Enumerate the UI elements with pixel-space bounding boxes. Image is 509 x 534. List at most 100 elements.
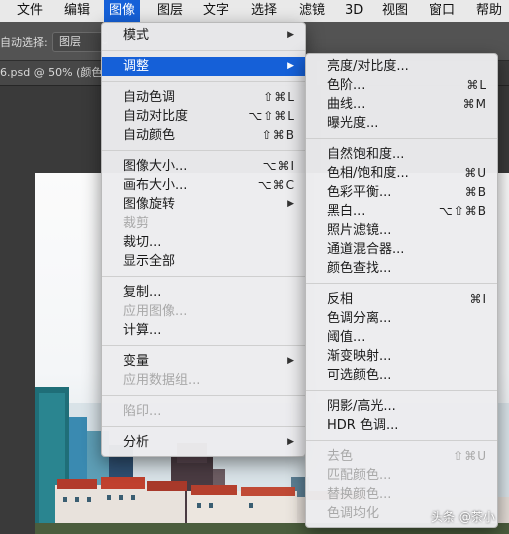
image-menu-variables[interactable]: 变量 ▶: [102, 352, 305, 371]
menu-window[interactable]: 窗口: [424, 0, 460, 22]
adjust-vibrance[interactable]: 自然饱和度...: [306, 145, 497, 164]
menu-separator: [306, 283, 497, 284]
image-menu-mode[interactable]: 模式 ▶: [102, 26, 305, 45]
adjust-replace-color-label: 替换颜色...: [327, 487, 392, 502]
image-menu-reveal-all[interactable]: 显示全部: [102, 252, 305, 271]
auto-select-value: 图层: [59, 35, 81, 48]
adjust-hue-saturation[interactable]: 色相/饱和度... ⌘U: [306, 164, 497, 183]
image-menu-calculations[interactable]: 计算...: [102, 321, 305, 340]
menu-separator: [102, 426, 305, 427]
adjust-gradient-map-label: 渐变映射...: [327, 349, 392, 364]
adjust-color-lookup[interactable]: 颜色查找...: [306, 259, 497, 278]
shortcut-label: ⇧⌘L: [263, 90, 295, 104]
image-menu-apply-data-set-label: 应用数据组...: [123, 373, 201, 388]
image-menu: 模式 ▶ 调整 ▶ 自动色调 ⇧⌘L 自动对比度 ⌥⇧⌘L 自动颜色 ⇧⌘B 图…: [101, 22, 306, 457]
adjust-posterize[interactable]: 色调分离...: [306, 309, 497, 328]
image-menu-duplicate[interactable]: 复制...: [102, 283, 305, 302]
adjust-channel-mixer[interactable]: 通道混合器...: [306, 240, 497, 259]
menu-select[interactable]: 选择: [246, 0, 282, 22]
adjust-posterize-label: 色调分离...: [327, 311, 392, 326]
menu-separator: [306, 440, 497, 441]
menu-separator: [102, 50, 305, 51]
menu-3d[interactable]: 3D: [340, 0, 368, 22]
image-menu-trim-label: 裁切...: [123, 235, 162, 250]
adjust-curves[interactable]: 曲线... ⌘M: [306, 95, 497, 114]
image-menu-image-size[interactable]: 图像大小... ⌥⌘I: [102, 157, 305, 176]
menu-edit[interactable]: 编辑: [59, 0, 95, 22]
image-menu-mode-label: 模式: [123, 28, 150, 43]
adjust-invert[interactable]: 反相 ⌘I: [306, 290, 497, 309]
image-menu-image-rotation[interactable]: 图像旋转 ▶: [102, 195, 305, 214]
adjust-color-balance[interactable]: 色彩平衡... ⌘B: [306, 183, 497, 202]
submenu-arrow-icon: ▶: [287, 199, 294, 209]
submenu-arrow-icon: ▶: [287, 30, 294, 40]
adjust-gradient-map[interactable]: 渐变映射...: [306, 347, 497, 366]
image-menu-apply-image: 应用图像...: [102, 302, 305, 321]
menu-separator: [102, 276, 305, 277]
image-menu-trap-label: 陷印...: [123, 404, 162, 419]
menu-image[interactable]: 图像: [104, 0, 141, 22]
image-menu-adjustments-label: 调整: [123, 59, 150, 74]
shortcut-label: ⌘M: [462, 97, 487, 111]
menubar: 文件 编辑 图像 图层 文字 选择 滤镜 3D 视图 窗口 帮助: [0, 0, 509, 23]
adjust-levels-label: 色阶...: [327, 78, 366, 93]
image-menu-duplicate-label: 复制...: [123, 285, 162, 300]
image-menu-analysis-label: 分析: [123, 435, 150, 450]
shortcut-label: ⌥⇧⌘L: [248, 109, 295, 123]
adjust-shadows-highlights[interactable]: 阴影/高光...: [306, 397, 497, 416]
adjust-threshold-label: 阈值...: [327, 330, 366, 345]
submenu-arrow-icon: ▶: [287, 61, 294, 71]
image-menu-trim[interactable]: 裁切...: [102, 233, 305, 252]
image-menu-analysis[interactable]: 分析 ▶: [102, 433, 305, 452]
shortcut-label: ⌥⌘I: [262, 159, 295, 173]
adjust-black-white-label: 黑白...: [327, 204, 366, 219]
adjust-shadows-highlights-label: 阴影/高光...: [327, 399, 396, 414]
image-menu-auto-contrast[interactable]: 自动对比度 ⌥⇧⌘L: [102, 107, 305, 126]
image-menu-adjustments[interactable]: 调整 ▶: [102, 57, 305, 76]
auto-select-dropdown[interactable]: 图层 ⌄: [52, 32, 109, 52]
image-menu-auto-contrast-label: 自动对比度: [123, 109, 189, 124]
shortcut-label: ⌥⇧⌘B: [438, 204, 487, 218]
shortcut-label: ⌘B: [464, 185, 487, 199]
menu-separator: [102, 395, 305, 396]
document-tab[interactable]: 6.psd @ 50% (颜色: [0, 61, 109, 85]
submenu-arrow-icon: ▶: [287, 437, 294, 447]
adjust-photo-filter[interactable]: 照片滤镜...: [306, 221, 497, 240]
shortcut-label: ⌘L: [466, 78, 487, 92]
adjust-match-color-label: 匹配颜色...: [327, 468, 392, 483]
image-menu-auto-tone[interactable]: 自动色调 ⇧⌘L: [102, 88, 305, 107]
adjust-hdr-toning-label: HDR 色调...: [327, 418, 399, 433]
image-menu-auto-color-label: 自动颜色: [123, 128, 176, 143]
adjust-black-white[interactable]: 黑白... ⌥⇧⌘B: [306, 202, 497, 221]
adjust-exposure[interactable]: 曝光度...: [306, 114, 497, 133]
image-menu-apply-data-set: 应用数据组...: [102, 371, 305, 390]
menu-type[interactable]: 文字: [198, 0, 234, 22]
menu-file[interactable]: 文件: [12, 0, 48, 22]
adjust-match-color: 匹配颜色...: [306, 466, 497, 485]
adjust-selective-color[interactable]: 可选颜色...: [306, 366, 497, 385]
menu-separator: [306, 390, 497, 391]
image-menu-apply-image-label: 应用图像...: [123, 304, 188, 319]
adjust-brightness-contrast-label: 亮度/对比度...: [327, 59, 409, 74]
adjust-curves-label: 曲线...: [327, 97, 366, 112]
shortcut-label: ⌘I: [469, 292, 487, 306]
adjust-hdr-toning[interactable]: HDR 色调...: [306, 416, 497, 435]
adjust-vibrance-label: 自然饱和度...: [327, 147, 405, 162]
adjust-channel-mixer-label: 通道混合器...: [327, 242, 405, 257]
adjust-threshold[interactable]: 阈值...: [306, 328, 497, 347]
adjust-invert-label: 反相: [327, 292, 354, 307]
menu-layer[interactable]: 图层: [152, 0, 188, 22]
adjust-equalize-label: 色调均化: [327, 506, 380, 521]
image-menu-auto-color[interactable]: 自动颜色 ⇧⌘B: [102, 126, 305, 145]
adjust-levels[interactable]: 色阶... ⌘L: [306, 76, 497, 95]
adjust-brightness-contrast[interactable]: 亮度/对比度...: [306, 57, 497, 76]
auto-select-label: 自动选择:: [0, 36, 48, 49]
image-menu-canvas-size[interactable]: 画布大小... ⌥⌘C: [102, 176, 305, 195]
menu-filter[interactable]: 滤镜: [294, 0, 330, 22]
submenu-arrow-icon: ▶: [287, 356, 294, 366]
menu-view[interactable]: 视图: [377, 0, 413, 22]
menu-help[interactable]: 帮助: [471, 0, 507, 22]
image-menu-crop: 裁剪: [102, 214, 305, 233]
image-menu-calculations-label: 计算...: [123, 323, 162, 338]
adjust-replace-color: 替换颜色...: [306, 485, 497, 504]
